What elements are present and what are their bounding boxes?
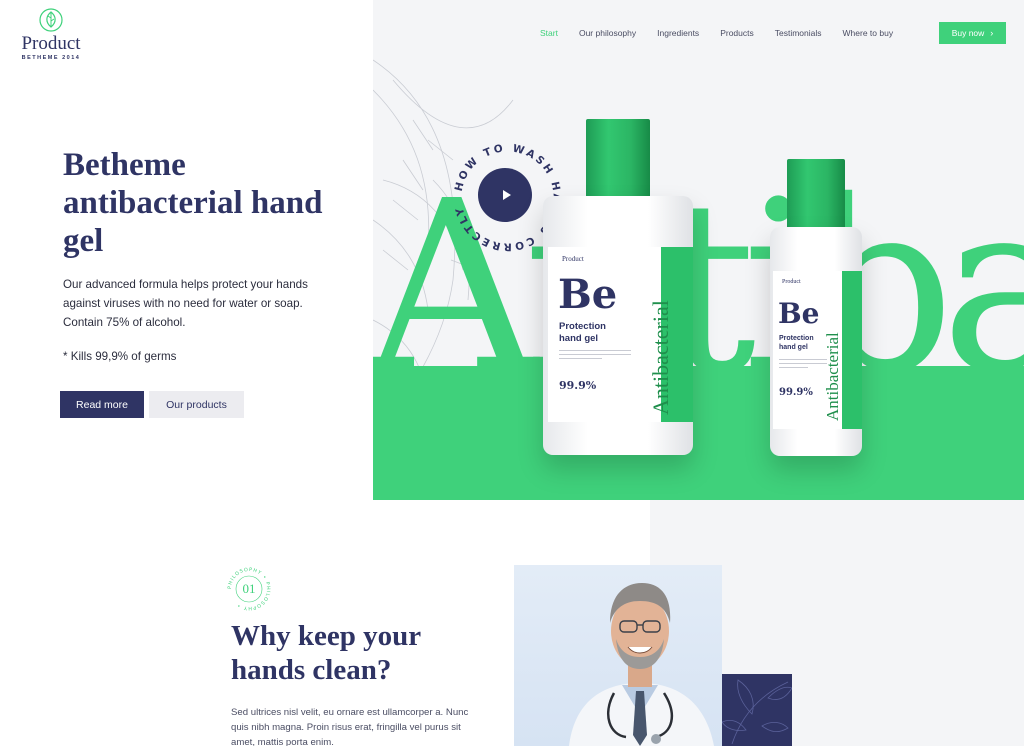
chevron-right-icon: › bbox=[990, 28, 994, 38]
buy-now-label: Buy now bbox=[951, 28, 985, 38]
label-name-line2: hand gel bbox=[559, 333, 599, 344]
label-fine-print bbox=[779, 359, 827, 371]
label-brand: Product bbox=[782, 279, 801, 285]
label-brand: Product bbox=[562, 255, 584, 263]
bottle-small: Antibacterial Product Be Protection hand… bbox=[770, 159, 862, 456]
badge-number: 01 bbox=[242, 581, 256, 596]
read-more-button[interactable]: Read more bbox=[60, 391, 144, 418]
play-icon bbox=[502, 190, 511, 200]
label-stripe-word: Antibacterial bbox=[648, 300, 673, 415]
doctor-photo bbox=[514, 565, 722, 746]
label-stripe bbox=[842, 271, 862, 429]
leaf-logo-icon bbox=[39, 8, 63, 32]
nav-item-testimonials[interactable]: Testimonials bbox=[775, 28, 822, 38]
bottle-label: Antibacterial Product Be Protection hand… bbox=[548, 247, 693, 422]
label-mark: Be bbox=[778, 297, 820, 330]
label-name-line1: Protection bbox=[779, 335, 814, 342]
label-fine-print bbox=[559, 350, 631, 362]
nav-item-philosophy[interactable]: Our philosophy bbox=[579, 28, 636, 38]
leaf-pattern-tile bbox=[722, 674, 792, 746]
nav-item-ingredients[interactable]: Ingredients bbox=[657, 28, 699, 38]
bottle-large: Antibacterial Product Be Protection hand… bbox=[543, 119, 693, 455]
play-video-button[interactable] bbox=[478, 168, 532, 222]
logo-text: Product bbox=[21, 33, 81, 54]
label-percent: 99.9% bbox=[559, 379, 597, 392]
label-mark: Be bbox=[558, 271, 618, 318]
section2-title: Why keep your hands clean? bbox=[231, 620, 421, 686]
section2-text: Sed ultrices nisl velit, eu ornare est u… bbox=[231, 707, 469, 746]
our-products-button[interactable]: Our products bbox=[149, 391, 244, 418]
green-band bbox=[373, 366, 1024, 500]
nav-item-where-to-buy[interactable]: Where to buy bbox=[843, 28, 894, 38]
hero-title: Betheme antibacterial hand gel bbox=[63, 147, 323, 259]
label-stripe-word: Antibacterial bbox=[823, 332, 842, 421]
hero-description: Our advanced formula helps protect your … bbox=[63, 278, 308, 329]
buy-now-button[interactable]: Buy now › bbox=[939, 22, 1006, 44]
label-name-line2: hand gel bbox=[779, 344, 808, 351]
leaf-pattern-illustration bbox=[722, 679, 792, 745]
bottle-cap bbox=[586, 119, 650, 199]
doctor-illustration bbox=[569, 583, 714, 746]
nav-item-products[interactable]: Products bbox=[720, 28, 754, 38]
bottle-cap bbox=[787, 159, 845, 229]
hero-note: * Kills 99,9% of germs bbox=[63, 350, 177, 363]
nav-item-start[interactable]: Start bbox=[540, 28, 558, 38]
main-nav: Start Our philosophy Ingredients Product… bbox=[540, 22, 914, 44]
logo[interactable]: Product BETHEME 2014 bbox=[18, 8, 84, 61]
bottle-label: Antibacterial Product Be Protection hand… bbox=[773, 271, 862, 429]
label-name-line1: Protection bbox=[559, 321, 606, 332]
logo-tagline: BETHEME 2014 bbox=[21, 55, 81, 61]
label-percent: 99.9% bbox=[779, 387, 813, 398]
